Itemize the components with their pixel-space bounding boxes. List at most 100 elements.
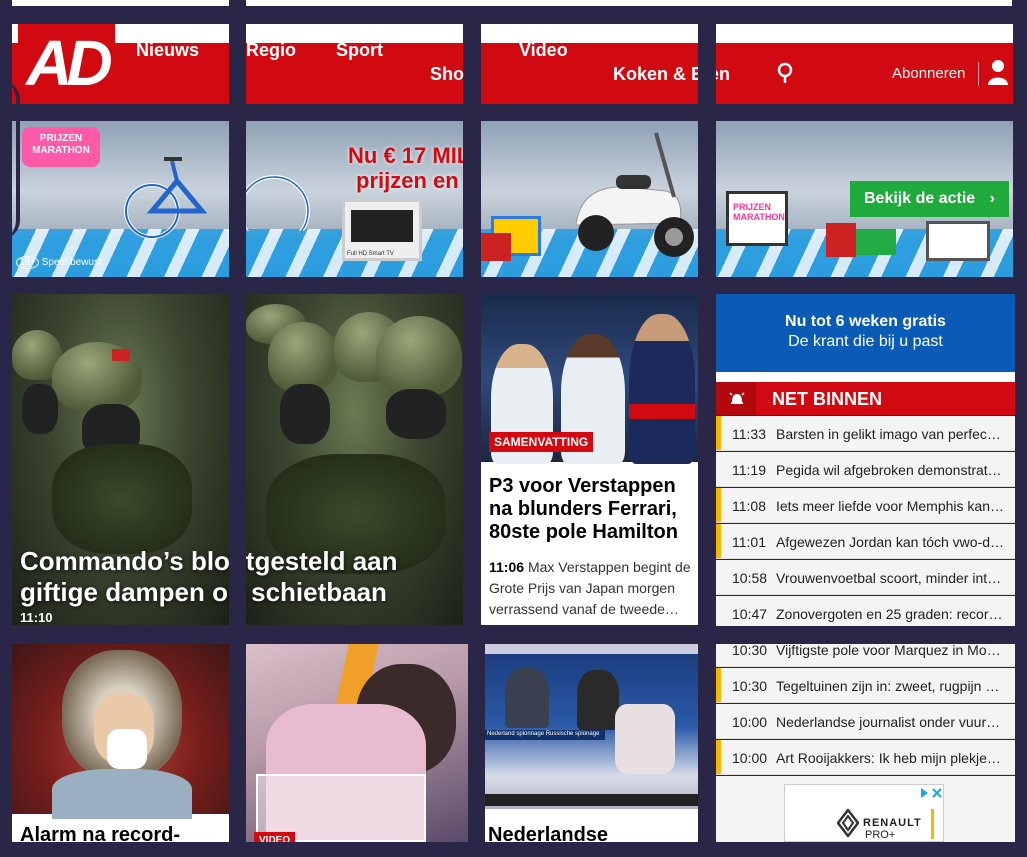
disclaimer-text: 18+ Speel bewust <box>16 256 102 269</box>
banner-tile[interactable]: PRIJZEN MARATHON 18+ Speel bewust <box>12 121 229 277</box>
net-binnen-title: NET BINNEN <box>772 389 883 409</box>
nav-item-koken[interactable]: Koken & Eten <box>613 64 698 85</box>
f1-card[interactable]: SAMENVATTING P3 voor Verstappen na blund… <box>481 294 698 625</box>
news-row[interactable]: 11:33 Barsten in gelikt imago van perfec… <box>716 416 1015 451</box>
news-time: 10:00 <box>732 714 768 730</box>
news-row[interactable]: 10:30 Tegeltuinen zijn in: zweet, rugpijn… <box>716 668 1015 703</box>
banner-tile[interactable] <box>481 121 698 277</box>
gutter <box>716 626 1015 644</box>
tv-box: Full HD Smart TV <box>342 199 422 261</box>
tv-screen-icon: PRIJZEN MARATHON <box>726 191 788 246</box>
gutter <box>229 294 246 625</box>
news-time: 11:08 <box>732 498 766 514</box>
nav-item-regio[interactable]: Regio <box>246 40 296 61</box>
news-text: Zonovergoten en 25 graden: recor… <box>776 606 1003 622</box>
banner-tile[interactable]: Nu € 17 MILJOEN aan prijzen en cadeaus! … <box>246 121 463 277</box>
scooter-icon <box>575 132 694 257</box>
gift-icon <box>856 229 896 255</box>
news-row[interactable]: 11:19 Pegida wil afgebroken demonstrat… <box>716 452 1015 487</box>
news-text: Nederlandse journalist onder vuur… <box>776 714 1001 730</box>
story-card-3[interactable]: Nederland spionnage Russische spionage N… <box>485 644 698 842</box>
promo-line-1: Nu € 17 MILJOEN aan <box>348 143 463 168</box>
nav-divider <box>978 62 979 86</box>
alarm-icon <box>729 392 745 404</box>
nav-item-video[interactable]: Video <box>519 40 568 61</box>
marathon-mini: PRIJZEN MARATHON <box>733 202 785 222</box>
news-row[interactable]: 10:58 Vrouwenvoetbal scoort, minder int… <box>716 560 1015 595</box>
subscribe-link[interactable]: Abonneren <box>892 65 965 82</box>
subscription-line1: Nu tot 6 weken gratis <box>785 313 946 330</box>
search-icon[interactable] <box>776 62 794 84</box>
nav-item-koken-tail-text: Koken & Eten <box>716 64 730 84</box>
news-text: Tegeltuinen zijn in: zweet, rugpijn … <box>776 678 1000 694</box>
news-time: 11:01 <box>732 534 766 550</box>
gift-icon <box>481 233 511 261</box>
news-text: Afgewezen Jordan kan tóch vwo-d… <box>776 534 1004 550</box>
edge-decoration <box>0 80 20 240</box>
renault-brand: RENAULT <box>863 817 922 829</box>
news-row[interactable]: 11:01 Afgewezen Jordan kan tóch vwo-d… <box>716 524 1015 559</box>
logo-text: AD <box>26 27 112 99</box>
news-text: Art Rooijakkers: Ik heb mijn plekje… <box>776 750 1001 766</box>
story-photo-2 <box>246 644 468 842</box>
video-badge: VIDEO <box>254 832 296 842</box>
summary-badge: SAMENVATTING <box>489 432 594 452</box>
renault-ad[interactable]: RENAULT PRO+ <box>784 784 944 842</box>
tv-ticker: Nederland spionnage Russische spionage <box>487 731 600 737</box>
age-label: 18+ <box>16 256 39 269</box>
subscription-line2: De krant die bij u past <box>788 333 943 350</box>
tv-label: Full HD Smart TV <box>347 251 394 257</box>
nav-item-show[interactable]: Show <box>430 64 464 85</box>
top-sliver <box>12 0 229 6</box>
story-card-2[interactable]: VIDEO <box>246 644 468 842</box>
top-sliver <box>246 0 1012 6</box>
bicycle-icon <box>124 157 208 239</box>
net-binnen-header: NET BINNEN <box>716 382 1015 415</box>
news-text: Vrouwenvoetbal scoort, minder int… <box>776 570 1002 586</box>
renault-logo-icon <box>837 809 859 837</box>
news-time: 10:47 <box>732 606 768 622</box>
nav-item-koken-tail: Koken & Eten <box>716 64 730 92</box>
nav-item-nieuws[interactable]: Nieuws <box>136 40 199 61</box>
story-card-1[interactable]: Alarm na record- <box>12 644 229 842</box>
news-time: 10:30 <box>732 642 768 658</box>
bekijk-actie-button[interactable]: Bekijk de actie › <box>850 181 1009 217</box>
renault-model: PRO+ <box>865 829 896 841</box>
news-time: 11:33 <box>732 426 766 442</box>
marathon-logo: PRIJZEN MARATHON <box>22 127 100 167</box>
news-time: 10:30 <box>732 678 768 694</box>
news-text: Barsten in gelikt imago van perfec… <box>776 426 1001 442</box>
nav-item-sport[interactable]: Sport <box>336 40 383 61</box>
news-text: Iets meer liefde voor Memphis kan… <box>776 498 1004 514</box>
nav-item-koken-clip: Koken & Eten <box>613 64 698 92</box>
story-title-3: Nederlandse <box>488 824 609 842</box>
chevron-right-icon: › <box>989 190 995 207</box>
news-text: Pegida wil afgebroken demonstrat… <box>776 462 1002 478</box>
adchoices-icon[interactable] <box>919 787 943 799</box>
ad-accent <box>931 809 934 839</box>
banner-tile[interactable]: PRIJZEN MARATHON Bekijk de actie › <box>716 121 1013 277</box>
news-time: 11:19 <box>732 462 766 478</box>
ad-logo[interactable]: AD <box>18 24 115 104</box>
news-row[interactable]: 10:00 Nederlandse journalist onder vuur… <box>716 704 1015 739</box>
bicycle-wheel-icon <box>246 175 310 231</box>
hero-title-line1[interactable]: Commando’s blootgesteld aan <box>20 546 398 576</box>
promo-line-2: prijzen en cadeaus! <box>356 168 463 193</box>
news-row[interactable]: 10:00 Art Rooijakkers: Ik heb mijn plekje… <box>716 740 1015 775</box>
user-icon[interactable] <box>988 59 1008 85</box>
story-photo-3: Nederland spionnage Russische spionage <box>485 644 698 809</box>
nav-item-show-clip: Show <box>430 64 464 92</box>
hero-title-text-1: Commando’s blootgesteld aan <box>20 546 398 576</box>
news-time: 10:00 <box>732 750 768 766</box>
hero-title-line2[interactable]: giftige dampen op schietbaan <box>20 577 387 607</box>
subscription-box[interactable]: Nu tot 6 weken gratis De krant die bij u… <box>716 294 1015 372</box>
nav-tile <box>716 24 1013 104</box>
speel-bewust: Speel bewust <box>41 257 102 268</box>
bekijk-label: Bekijk de actie <box>864 190 976 207</box>
news-row[interactable]: 11:08 Iets meer liefde voor Memphis kan… <box>716 488 1015 523</box>
f1-title[interactable]: P3 voor Verstappen na blunders Ferrari, … <box>489 475 698 544</box>
f1-summary: 11:06 Max Verstappen begint de Grote Pri… <box>489 557 698 620</box>
hero-title-text-2: giftige dampen op schietbaan <box>20 577 387 607</box>
story-photo-1 <box>12 644 229 819</box>
laptop-icon <box>926 221 990 261</box>
